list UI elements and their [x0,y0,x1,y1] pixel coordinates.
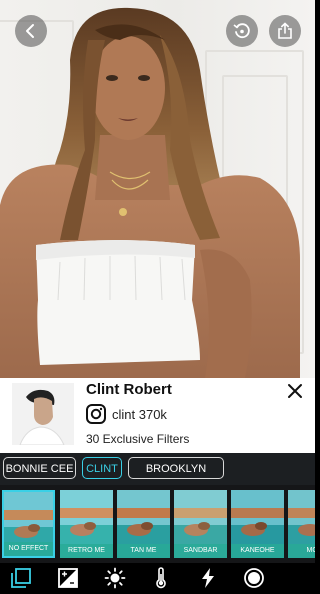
instagram-handle: clint 370k [112,406,167,422]
filter-thumb-sandbar[interactable]: SANDBAR [174,490,227,558]
filter-thumb-tan-me[interactable]: TAN ME [117,490,170,558]
reset-button[interactable] [226,15,258,47]
portrait-image [0,7,300,378]
filter-label: NO EFFECT [4,542,53,556]
photo-preview [0,0,315,378]
reset-icon [233,23,250,39]
filter-thumb-no-effect[interactable]: NO EFFECT [2,490,55,558]
filter-thumb-retro-me[interactable]: RETRO ME [60,490,113,558]
back-arrow-icon [26,24,34,38]
effects-tool-button[interactable] [197,567,219,589]
artist-chip-bonnie-cee[interactable]: BONNIE CEE [3,457,76,479]
filter-label: TAN ME [117,544,170,558]
temperature-tool-button[interactable] [150,567,172,589]
artist-chip-brooklyn-kelly[interactable]: BROOKLYN KELLY [128,457,224,497]
filter-thumb-moa[interactable]: MOA [288,490,315,558]
instagram-icon [86,404,106,424]
artist-photo [12,383,74,445]
layers-icon [11,568,31,588]
temperature-icon [156,567,166,589]
close-icon [288,384,302,398]
share-button[interactable] [269,15,301,47]
brightness-tool-button[interactable] [104,567,126,589]
filter-label: RETRO ME [60,544,113,558]
back-button[interactable] [15,15,47,47]
filter-label: MOA [288,544,315,558]
filters-count: 30 Exclusive Filters [86,432,190,446]
vignette-tool-button[interactable] [243,567,265,589]
artist-name: Clint Robert [86,381,172,398]
close-card-button[interactable] [284,380,306,402]
image-adjust-icon [58,568,78,588]
avatar [12,383,74,445]
filter-thumb-kaneohe[interactable]: KANEOHE [231,490,284,558]
instagram-link[interactable]: clint 370k [86,404,167,424]
filters-tool-button[interactable] [10,567,32,589]
lightning-icon [202,568,214,588]
artist-chip-clint[interactable]: CLINT [82,457,122,479]
share-icon [278,22,292,39]
adjust-tool-button[interactable] [57,567,79,589]
filter-label: KANEOHE [231,544,284,558]
brightness-icon [104,567,126,589]
filter-label: SANDBAR [174,544,227,558]
circle-icon [244,568,264,588]
